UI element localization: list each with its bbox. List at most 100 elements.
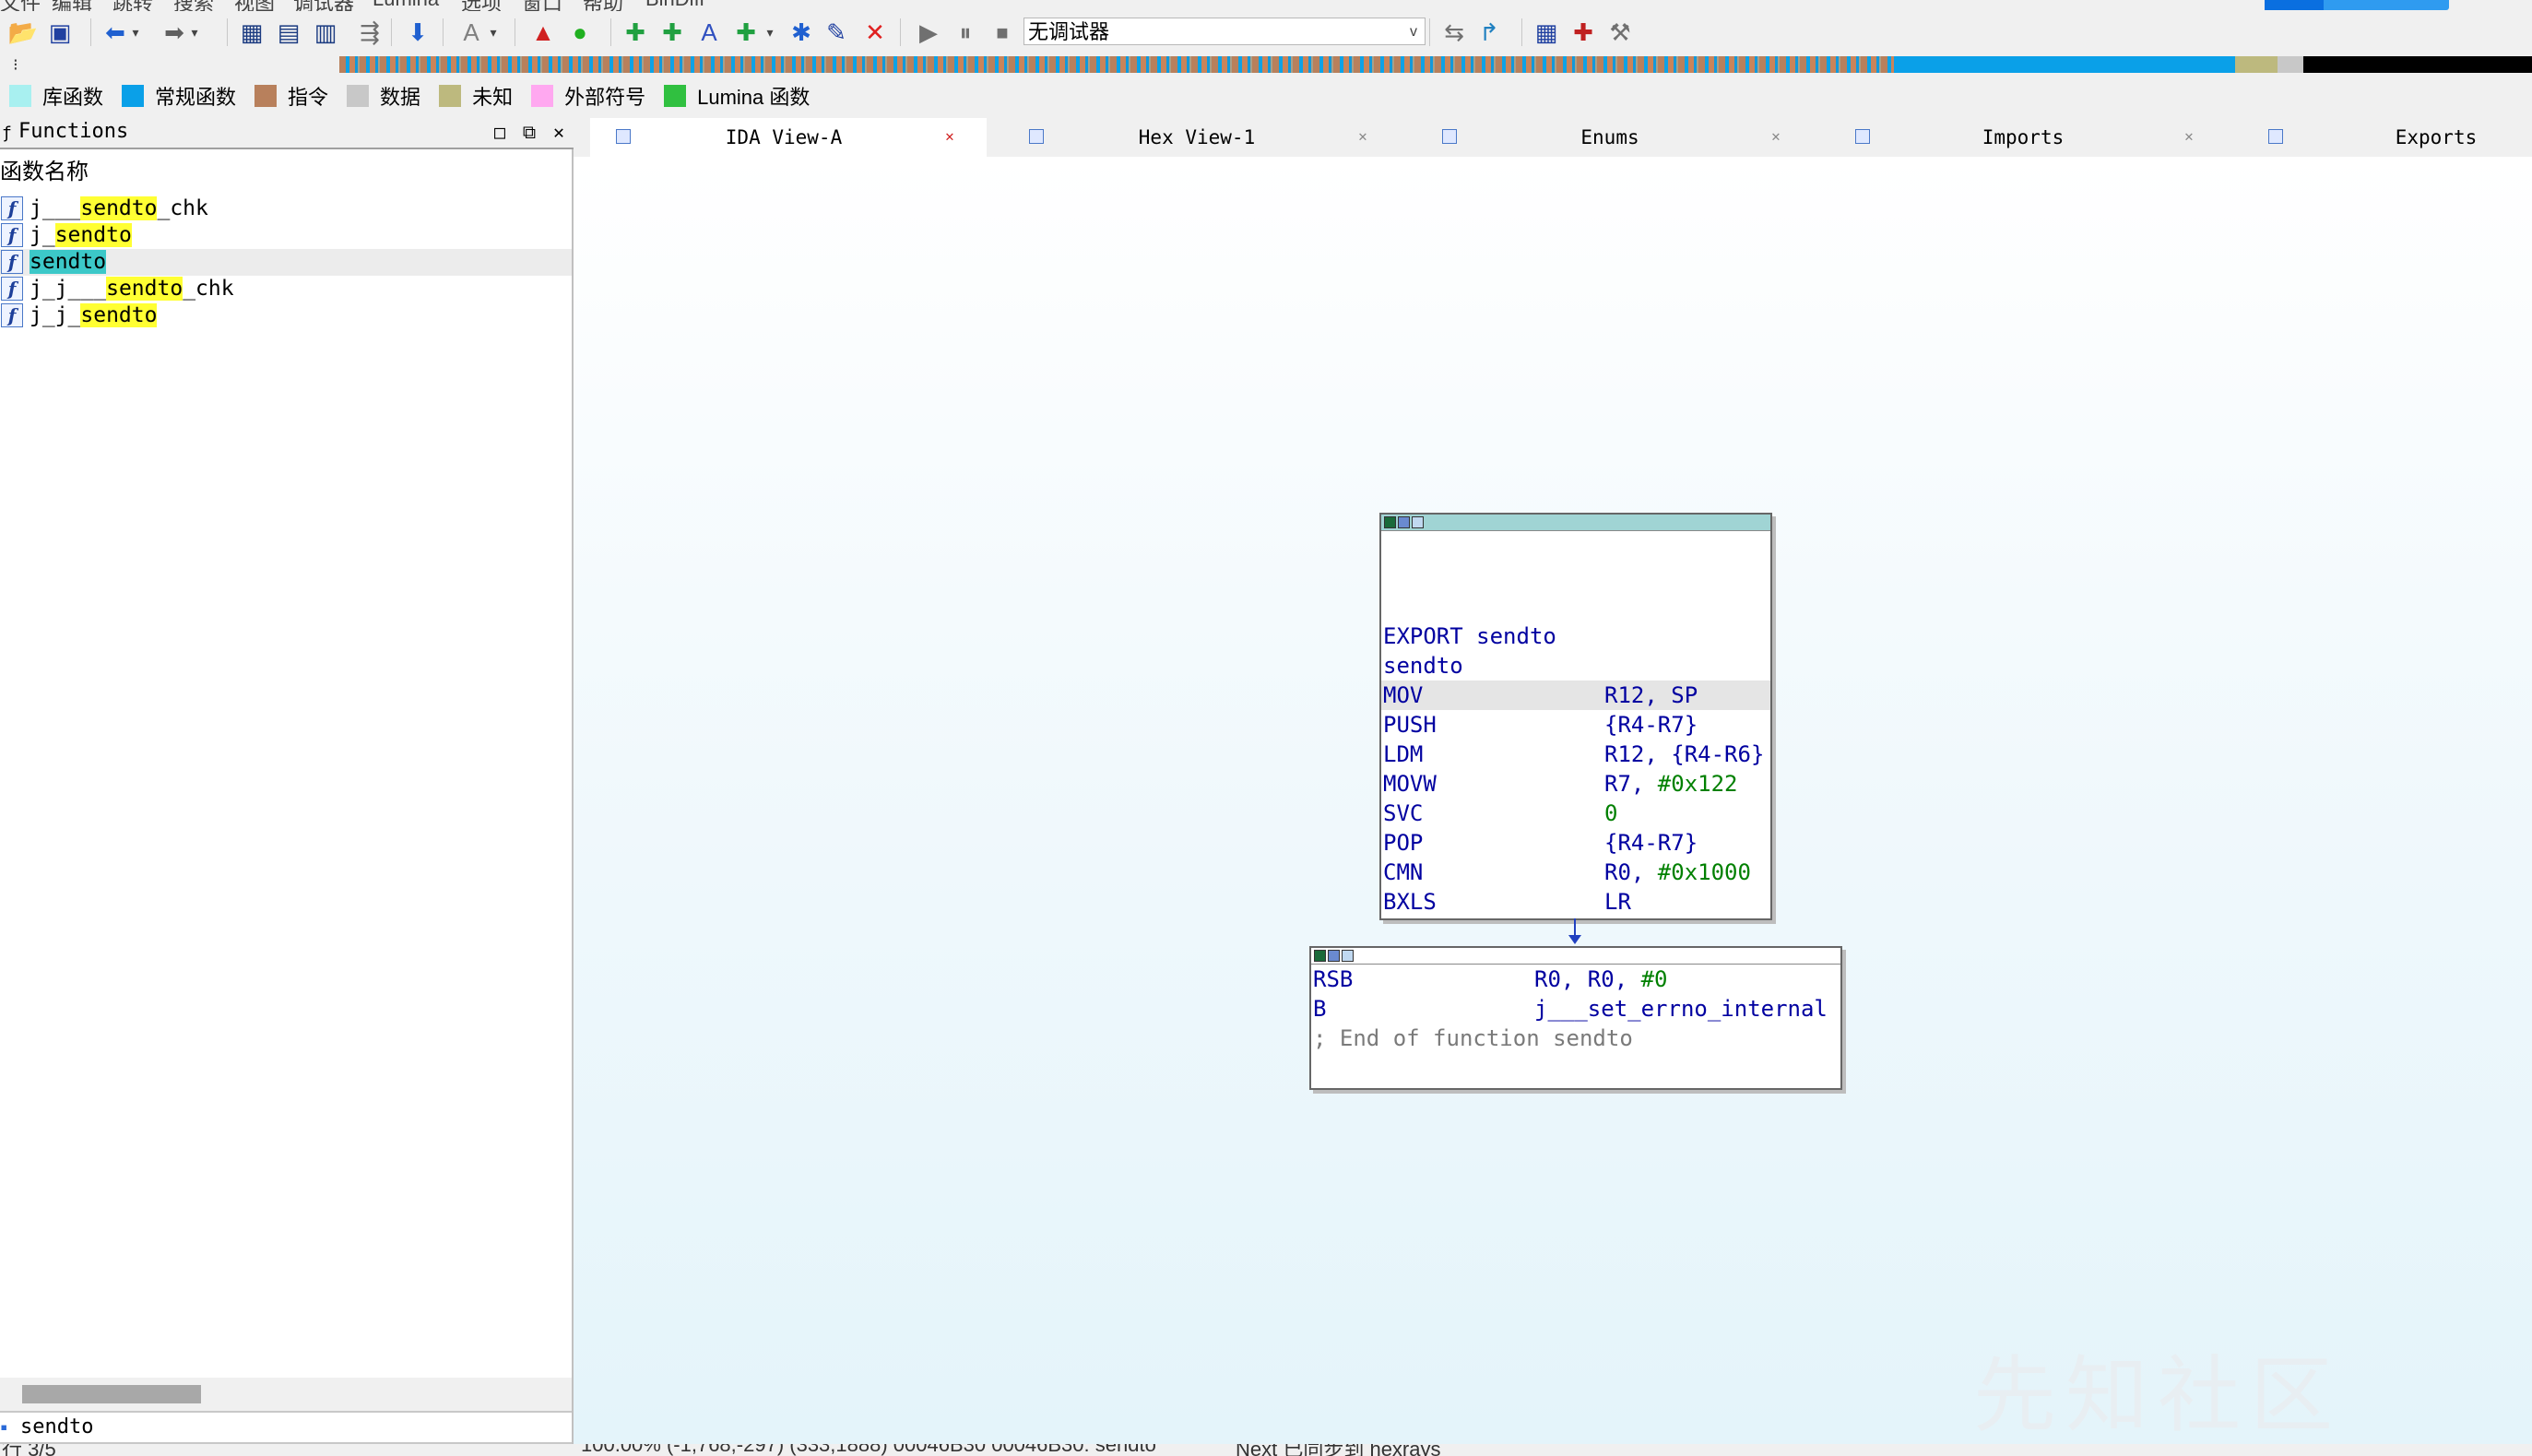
jump-down-icon[interactable]: ⬇ bbox=[402, 17, 433, 48]
menu-item[interactable]: 帮助 bbox=[583, 0, 623, 11]
filter-icon: ▪ bbox=[0, 1420, 8, 1435]
graph-icon[interactable]: ▦ bbox=[1531, 17, 1562, 48]
legend-label: 数据 bbox=[380, 86, 421, 109]
pause-icon[interactable]: ⏸ bbox=[950, 17, 981, 48]
node-rename-icon[interactable] bbox=[1398, 516, 1410, 528]
close-tab-icon[interactable]: ✕ bbox=[1355, 129, 1370, 144]
tab-enums[interactable]: Enums ✕ bbox=[1416, 118, 1813, 157]
stop-icon[interactable]: ⏹ bbox=[987, 17, 1018, 48]
chevron-down-icon[interactable]: ▾ bbox=[129, 17, 142, 48]
maximize-button[interactable]: □ bbox=[487, 116, 513, 148]
chevron-down-icon[interactable]: ▾ bbox=[763, 17, 776, 48]
instruction-line[interactable]: MOVW R7, #0x122 bbox=[1383, 769, 1738, 799]
save-icon[interactable]: ▣ bbox=[44, 17, 76, 48]
toolbar-separator bbox=[610, 18, 611, 46]
back-icon[interactable]: ⬅ bbox=[100, 17, 131, 48]
instruction-line[interactable]: MOV R12, SP bbox=[1383, 681, 1698, 710]
tab-label: Enums bbox=[1580, 126, 1639, 148]
navigator-scroll-arrow[interactable]: ⁝ bbox=[13, 53, 18, 76]
text-search-icon[interactable]: ▤ bbox=[273, 17, 304, 48]
menu-item[interactable]: 选项 bbox=[461, 0, 502, 11]
tab-ida-view-a[interactable]: IDA View-A ✕ bbox=[590, 118, 987, 157]
menu-item[interactable]: 跳转 bbox=[112, 0, 153, 11]
variable-icon[interactable]: ✚ bbox=[730, 17, 762, 48]
instruction-line[interactable]: POP {R4-R7} bbox=[1383, 828, 1698, 858]
tab-label: Exports bbox=[2395, 126, 2478, 148]
menu-item[interactable]: 编辑 bbox=[52, 0, 92, 11]
tab-hex-view-1[interactable]: Hex View-1 ✕ bbox=[1003, 118, 1400, 157]
tab-imports[interactable]: Imports ✕ bbox=[1829, 118, 2226, 157]
restore-button[interactable]: ⧉ bbox=[516, 116, 542, 148]
graph-node-sendto[interactable]: EXPORT sendto sendto MOV R12, SP PUSH {R4-R… bbox=[1379, 513, 1772, 920]
play-icon[interactable]: ▶ bbox=[913, 17, 944, 48]
menu-item[interactable]: 搜索 bbox=[173, 0, 214, 11]
menu-item[interactable]: Lumina bbox=[373, 0, 439, 11]
scrollbar-thumb[interactable] bbox=[22, 1385, 201, 1403]
name-match-highlight: sendto bbox=[106, 277, 183, 301]
delete-icon[interactable]: ✕ bbox=[859, 17, 891, 48]
instruction-line[interactable]: RSB R0, R0, #0 bbox=[1313, 965, 1668, 994]
instruction-line[interactable]: PUSH {R4-R7} bbox=[1383, 710, 1698, 740]
warning-icon[interactable]: ▲ bbox=[527, 17, 559, 48]
function-label[interactable]: sendto bbox=[1383, 651, 1463, 681]
function-icon: f bbox=[1, 250, 23, 274]
tool-icon[interactable]: ⚒ bbox=[1604, 17, 1636, 48]
text-icon[interactable]: A bbox=[456, 17, 487, 48]
instruction-line[interactable]: BXLS LR bbox=[1383, 887, 1631, 917]
legend-label: 外部符号 bbox=[564, 86, 646, 109]
chevron-down-icon[interactable]: ▾ bbox=[188, 17, 201, 48]
toolbar-separator bbox=[900, 18, 901, 46]
function-row[interactable]: f sendto bbox=[0, 249, 572, 276]
navigator-bar[interactable] bbox=[339, 56, 2532, 73]
function-filter-input[interactable]: ▪ sendto bbox=[0, 1411, 572, 1444]
instruction-mnemonic: CMN bbox=[1383, 859, 1424, 885]
tab-exports[interactable]: Exports✕ bbox=[2242, 118, 2532, 157]
close-tab-icon[interactable]: ✕ bbox=[1769, 129, 1783, 144]
debugger-select[interactable]: 无调试器 v bbox=[1023, 18, 1426, 45]
menu-item[interactable]: BinDiff bbox=[645, 0, 704, 11]
graph-node-errno[interactable]: RSB R0, R0, #0 Bj___set_errno_internal ; E… bbox=[1309, 946, 1842, 1090]
node-rename-icon[interactable] bbox=[1328, 950, 1340, 962]
close-tab-icon[interactable]: ✕ bbox=[2182, 129, 2196, 144]
code-icon[interactable]: ✚ bbox=[620, 17, 651, 48]
menu-item[interactable]: 窗口 bbox=[522, 0, 562, 11]
next-code-icon[interactable]: ⇶ bbox=[354, 17, 385, 48]
close-panel-button[interactable]: ✕ bbox=[546, 116, 572, 148]
data-icon[interactable]: ✚ bbox=[657, 17, 688, 48]
instruction-line[interactable]: CMN R0, #0x1000 bbox=[1383, 858, 1751, 887]
close-tab-icon[interactable]: ✕ bbox=[942, 129, 957, 144]
node-color-icon[interactable] bbox=[1384, 516, 1396, 528]
function-row[interactable]: f j___sendto_chk bbox=[0, 195, 572, 222]
binary-search-icon[interactable]: ▦ bbox=[236, 17, 267, 48]
function-row[interactable]: f j_sendto bbox=[0, 222, 572, 249]
add-icon[interactable]: ✚ bbox=[1568, 17, 1599, 48]
chevron-down-icon[interactable]: ▾ bbox=[487, 17, 500, 48]
tab-icon bbox=[2268, 129, 2283, 144]
node-group-icon[interactable] bbox=[1342, 950, 1354, 962]
edit-icon[interactable]: ✎ bbox=[821, 17, 852, 48]
node-group-icon[interactable] bbox=[1412, 516, 1424, 528]
instruction-line[interactable]: Bj___set_errno_internal bbox=[1313, 994, 1828, 1024]
instruction-line[interactable]: LDM R12, {R4-R6} bbox=[1383, 740, 1764, 769]
continue-icon[interactable]: ↱ bbox=[1473, 17, 1505, 48]
status-sync: Next 已同步到 hexrays bbox=[1236, 1444, 1441, 1456]
operand-immediate: #0 bbox=[1640, 966, 1668, 992]
menu-item[interactable]: 文件 bbox=[0, 0, 41, 11]
instruction-line[interactable]: SVC 0 bbox=[1383, 799, 1617, 828]
menu-item[interactable]: 视图 bbox=[234, 0, 275, 11]
node-color-icon[interactable] bbox=[1314, 950, 1326, 962]
struct-icon[interactable]: ✱ bbox=[786, 17, 817, 48]
toolbar-separator bbox=[90, 18, 91, 46]
run-icon[interactable]: ● bbox=[564, 17, 596, 48]
function-row[interactable]: f j_j___sendto_chk bbox=[0, 276, 572, 302]
attach-icon[interactable]: ⇆ bbox=[1438, 17, 1470, 48]
forward-icon[interactable]: ➡ bbox=[159, 17, 190, 48]
export-line[interactable]: EXPORT sendto bbox=[1383, 621, 1556, 651]
title-accent-bar bbox=[2265, 0, 2449, 10]
column-header-function-name[interactable]: 函数名称 bbox=[0, 157, 89, 188]
open-icon[interactable]: 📂 bbox=[7, 17, 39, 48]
string-icon[interactable]: A bbox=[693, 17, 725, 48]
function-row[interactable]: f j_j_sendto bbox=[0, 302, 572, 329]
menu-item[interactable]: 调试器 bbox=[293, 0, 354, 11]
immediate-search-icon[interactable]: ▥ bbox=[310, 17, 341, 48]
